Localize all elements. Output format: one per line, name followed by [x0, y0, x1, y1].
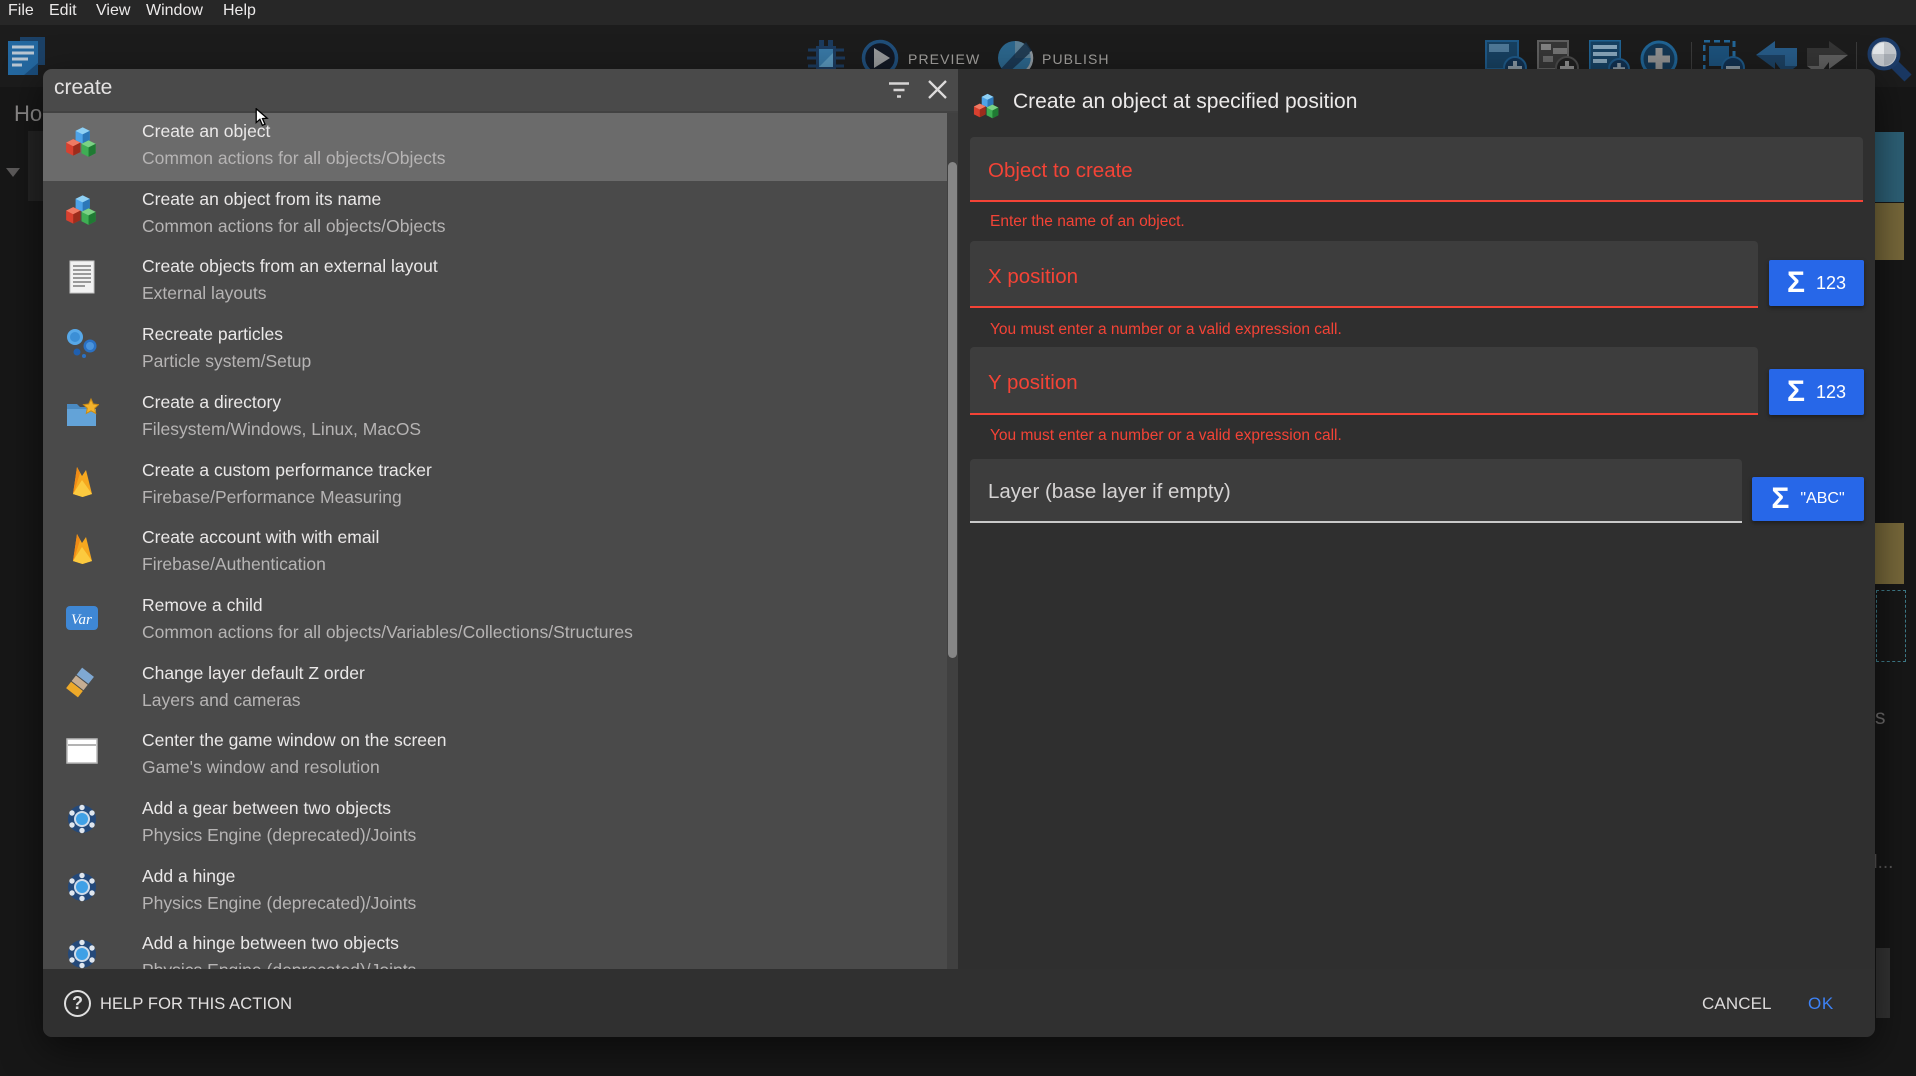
svg-text:Var: Var — [71, 612, 92, 628]
